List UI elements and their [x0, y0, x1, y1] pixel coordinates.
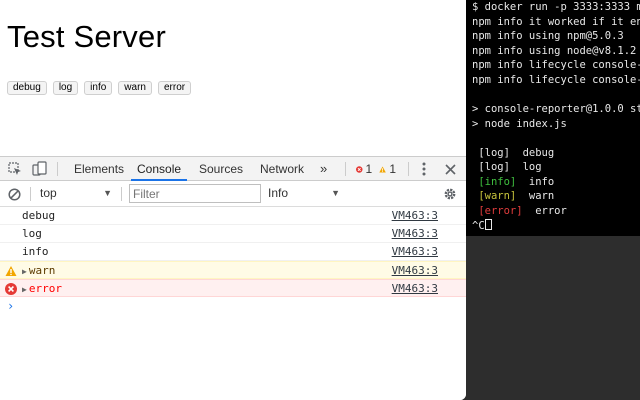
error-icon	[5, 283, 17, 295]
inspect-element-icon[interactable]	[5, 157, 25, 181]
console-message-list: debug VM463:3 log VM463:3 info VM463:3 ▶…	[0, 207, 466, 315]
source-link[interactable]: VM463:3	[392, 225, 438, 242]
source-link[interactable]: VM463:3	[392, 207, 438, 224]
settings-gear-icon[interactable]	[441, 181, 459, 207]
tab-sources[interactable]: Sources	[193, 157, 249, 181]
console-message-warn[interactable]: ▶ warn VM463:3	[0, 261, 466, 279]
log-level-selector[interactable]: Info ▼	[268, 184, 340, 203]
close-icon[interactable]	[441, 157, 459, 181]
warning-icon	[5, 266, 17, 276]
console-prompt[interactable]: ›	[0, 297, 466, 315]
terminal-text: > console-reporter@1.0.0 sta	[472, 102, 640, 115]
terminal-text: [log] log	[472, 161, 542, 174]
tab-console[interactable]: Console	[131, 157, 188, 181]
console-message-text: debug	[22, 209, 56, 222]
context-selector-value: top	[40, 186, 57, 200]
terminal-level-tag: [error]	[472, 204, 523, 217]
error-count-icon	[356, 165, 363, 173]
page-title: Test Server	[7, 19, 166, 54]
dropdown-arrow-icon: ▼	[103, 188, 112, 198]
issue-counters[interactable]: 1 1	[356, 157, 396, 181]
clear-console-icon[interactable]	[5, 181, 23, 207]
terminal-empty-area	[466, 236, 640, 400]
terminal-text: npm info using npm@5.0.3	[472, 30, 624, 43]
tab-network[interactable]: Network	[254, 157, 310, 181]
terminal-level-tag: [warn]	[472, 190, 517, 203]
warn-button[interactable]: warn	[118, 81, 152, 95]
terminal-text: npm info lifecycle console-r	[472, 59, 640, 72]
source-link[interactable]: VM463:3	[392, 280, 438, 297]
console-toolbar: top ▼ Info ▼	[0, 181, 466, 207]
console-message-error[interactable]: ▶ error VM463:3	[0, 279, 466, 297]
terminal-text: npm info lifecycle console-r	[472, 73, 640, 86]
expand-triangle-icon[interactable]: ▶	[22, 285, 27, 294]
tab-separator	[345, 162, 346, 176]
console-message-text: log	[22, 227, 42, 240]
web-page: Test Server debug log info warn error	[0, 0, 466, 156]
terminal-text: error	[522, 204, 567, 217]
tab-separator	[408, 162, 409, 176]
tab-elements[interactable]: Elements	[68, 157, 130, 181]
kebab-menu-icon[interactable]	[416, 157, 432, 181]
terminal-line: ^C	[472, 218, 492, 236]
info-button[interactable]: info	[84, 81, 113, 95]
console-message-log[interactable]: log VM463:3	[0, 225, 466, 243]
toolbar-separator	[121, 187, 122, 201]
terminal-text: ^C	[472, 219, 485, 232]
console-message-body: ▶ error	[22, 280, 62, 298]
console-message-text: warn	[28, 264, 56, 277]
terminal-line: > node index.js	[472, 117, 567, 134]
dropdown-arrow-icon: ▼	[331, 188, 340, 198]
console-message-debug[interactable]: debug VM463:3	[0, 207, 466, 225]
terminal-text: warn	[516, 190, 555, 203]
terminal-text: [log] debug	[472, 146, 555, 159]
terminal-text: npm info it worked if it end	[472, 15, 640, 28]
source-link[interactable]: VM463:3	[392, 262, 438, 279]
console-message-body: ▶ warn	[22, 262, 55, 280]
filter-input[interactable]	[129, 184, 261, 203]
debug-button[interactable]: debug	[7, 81, 47, 95]
source-link[interactable]: VM463:3	[392, 243, 438, 260]
device-toolbar-icon[interactable]	[29, 157, 51, 181]
console-message-text: info	[22, 245, 49, 258]
console-message-info[interactable]: info VM463:3	[0, 243, 466, 261]
prompt-chevron-icon: ›	[7, 299, 15, 313]
terminal-text: > node index.js	[472, 117, 567, 130]
more-tabs-button[interactable]: »	[314, 157, 333, 181]
warning-count: 1	[389, 162, 396, 176]
terminal-level-tag: [info]	[472, 175, 517, 188]
toolbar-separator	[30, 187, 31, 201]
devtools-panel: Elements Console Sources Network » 1 1 t…	[0, 156, 466, 400]
terminal-text: npm info using node@v8.1.2	[472, 44, 637, 57]
page-button-group: debug log info warn error	[7, 81, 192, 95]
console-message-text: error	[28, 282, 62, 295]
warning-count-icon	[379, 166, 387, 172]
log-level-value: Info	[268, 186, 289, 200]
log-button[interactable]: log	[52, 81, 79, 95]
terminal-text: $ docker run -p 3333:3333 mo	[472, 1, 640, 13]
error-button[interactable]: error	[157, 81, 192, 95]
browser-window: Test Server debug log info warn error El…	[0, 0, 466, 400]
terminal-text: info	[516, 175, 555, 188]
tab-separator	[57, 162, 58, 176]
error-count: 1	[365, 162, 373, 176]
terminal-line: npm info lifecycle console-r	[472, 73, 640, 90]
expand-triangle-icon[interactable]: ▶	[22, 267, 27, 276]
terminal-cursor	[484, 218, 492, 230]
devtools-tab-bar: Elements Console Sources Network » 1 1	[0, 156, 466, 181]
context-selector[interactable]: top ▼	[40, 184, 112, 203]
terminal-window[interactable]: $ docker run -p 3333:3333 mo npm info it …	[466, 0, 640, 236]
